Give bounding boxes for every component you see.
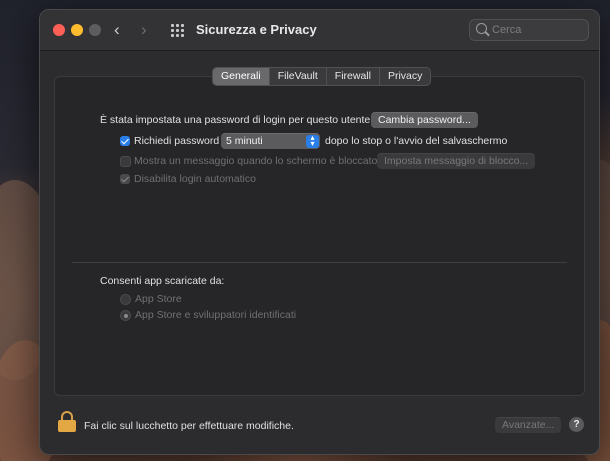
section-divider <box>72 262 567 263</box>
require-password-label: Richiedi password <box>134 135 220 147</box>
close-button[interactable] <box>53 24 65 36</box>
window-title: Sicurezza e Privacy <box>196 22 317 37</box>
search-field[interactable]: Cerca <box>469 19 589 41</box>
back-button[interactable]: ‹ <box>114 21 120 39</box>
radio-app-store-identified-label: App Store e sviluppatori identificati <box>135 309 297 321</box>
disable-autologin-label: Disabilita login automatico <box>134 173 256 185</box>
change-password-button[interactable]: Cambia password... <box>371 112 478 128</box>
content-panel: È stata impostata una password di login … <box>54 76 585 396</box>
minimize-button[interactable] <box>71 24 83 36</box>
radio-app-store-identified[interactable] <box>120 310 131 321</box>
show-message-label: Mostra un messaggio quando lo schermo è … <box>134 155 378 167</box>
title-bar: ‹ › Sicurezza e Privacy Cerca <box>40 10 599 51</box>
show-all-grid-icon[interactable] <box>171 24 184 37</box>
disable-autologin-checkbox[interactable] <box>120 174 130 184</box>
forward-button[interactable]: › <box>141 21 147 39</box>
search-icon <box>476 23 487 34</box>
downloads-heading: Consenti app scaricate da: <box>100 275 225 287</box>
advanced-button[interactable]: Avanzate... <box>495 417 562 433</box>
lock-icon[interactable] <box>58 411 76 433</box>
help-button[interactable]: ? <box>569 417 584 432</box>
password-delay-value: 5 minuti <box>226 135 263 147</box>
zoom-button[interactable] <box>89 24 101 36</box>
set-lock-message-button[interactable]: Imposta messaggio di blocco... <box>377 153 536 169</box>
tab-generali[interactable]: Generali <box>213 68 269 85</box>
preferences-window: ‹ › Sicurezza e Privacy Cerca È stata im… <box>39 9 600 455</box>
tab-filevault[interactable]: FileVault <box>268 68 326 85</box>
chevron-updown-icon: ▴ ▾ <box>306 134 319 148</box>
password-set-text: È stata impostata una password di login … <box>100 114 371 126</box>
tab-bar: Generali FileVault Firewall Privacy <box>212 67 432 86</box>
require-password-checkbox[interactable] <box>120 136 130 146</box>
show-message-checkbox[interactable] <box>120 156 131 167</box>
radio-app-store[interactable] <box>120 294 131 305</box>
tab-privacy[interactable]: Privacy <box>378 68 430 85</box>
password-delay-select[interactable]: 5 minuti ▴ ▾ <box>221 133 320 149</box>
radio-app-store-label: App Store <box>135 293 182 305</box>
require-password-suffix: dopo lo stop o l'avvio del salvaschermo <box>325 135 508 147</box>
tab-firewall[interactable]: Firewall <box>325 68 379 85</box>
lock-hint-text: Fai clic sul lucchetto per effettuare mo… <box>84 420 294 432</box>
search-placeholder: Cerca <box>492 24 522 36</box>
